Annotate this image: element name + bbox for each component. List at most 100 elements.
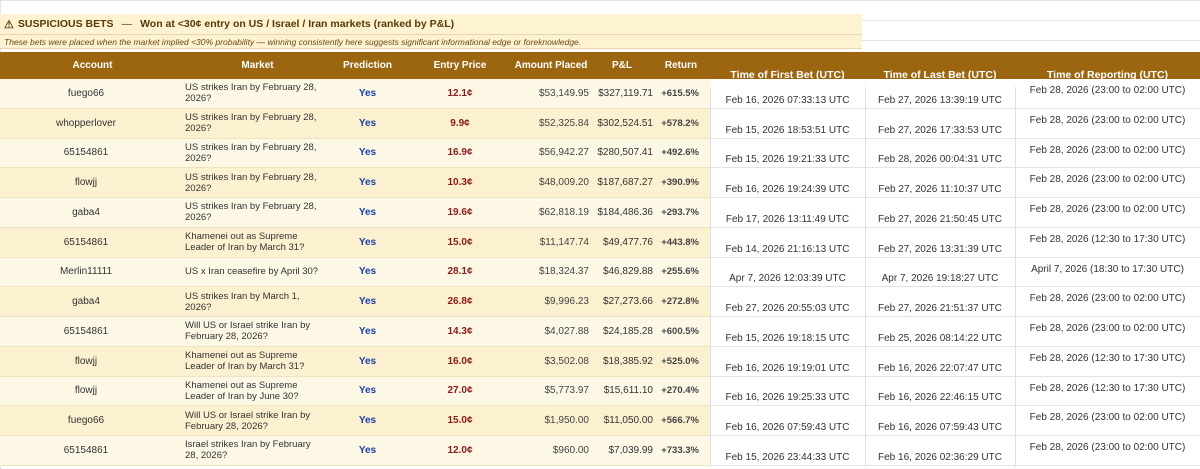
- last-bet-time-cell[interactable]: Feb 27, 2026 11:10:37 UTC: [865, 168, 1015, 197]
- account-cell[interactable]: whopperlover: [0, 109, 172, 138]
- table-row[interactable]: fuego66 Will US or Israel strike Iran by …: [0, 406, 1200, 436]
- market-cell[interactable]: US strikes Iran by February 28, 2026?: [185, 198, 325, 227]
- first-bet-time-cell[interactable]: Feb 16, 2026 07:59:43 UTC: [710, 406, 865, 435]
- market-cell[interactable]: US strikes Iran by February 28, 2026?: [185, 139, 325, 168]
- last-bet-time-cell[interactable]: Feb 16, 2026 02:36:29 UTC: [865, 436, 1015, 465]
- last-bet-time-cell[interactable]: Feb 25, 2026 08:14:22 UTC: [865, 317, 1015, 346]
- entry-price-cell[interactable]: 14.3¢: [410, 317, 510, 346]
- prediction-cell[interactable]: Yes: [330, 436, 405, 465]
- prediction-cell[interactable]: Yes: [330, 317, 405, 346]
- prediction-cell[interactable]: Yes: [330, 139, 405, 168]
- header-pnl[interactable]: P&L: [592, 52, 652, 79]
- pnl-cell[interactable]: $27,273.66: [589, 287, 653, 316]
- pnl-cell[interactable]: $11,050.00: [589, 406, 653, 435]
- amount-placed-cell[interactable]: $960.00: [500, 436, 589, 465]
- reporting-time-cell[interactable]: Feb 28, 2026 (23:00 to 02:00 UTC): [1015, 109, 1200, 138]
- entry-price-cell[interactable]: 9.9¢: [410, 109, 510, 138]
- pnl-cell[interactable]: $46,829.88: [589, 258, 653, 287]
- last-bet-time-cell[interactable]: Feb 27, 2026 17:33:53 UTC: [865, 109, 1015, 138]
- entry-price-cell[interactable]: 27.0¢: [410, 377, 510, 406]
- last-bet-time-cell[interactable]: Feb 27, 2026 21:50:45 UTC: [865, 198, 1015, 227]
- account-cell[interactable]: gaba4: [0, 198, 172, 227]
- account-cell[interactable]: 65154861: [0, 317, 172, 346]
- reporting-time-cell[interactable]: Feb 28, 2026 (12:30 to 17:30 UTC): [1015, 377, 1200, 406]
- return-cell[interactable]: +390.9%: [655, 168, 699, 197]
- last-bet-time-cell[interactable]: Feb 27, 2026 21:51:37 UTC: [865, 287, 1015, 316]
- table-row[interactable]: flowjj Khamenei out as Supreme Leader of …: [0, 376, 1200, 407]
- amount-placed-cell[interactable]: $56,942.27: [500, 139, 589, 168]
- return-cell[interactable]: +255.6%: [655, 258, 699, 287]
- table-row[interactable]: fuego66 US strikes Iran by February 28, 2…: [0, 79, 1200, 109]
- amount-placed-cell[interactable]: $9,996.23: [500, 287, 590, 316]
- entry-price-cell[interactable]: 28.1¢: [410, 258, 510, 287]
- prediction-cell[interactable]: Yes: [330, 287, 405, 316]
- amount-placed-cell[interactable]: $4,027.88: [500, 317, 590, 346]
- market-cell[interactable]: Khamenei out as Supreme Leader of Iran b…: [185, 377, 325, 406]
- entry-price-cell[interactable]: 12.1¢: [410, 79, 510, 108]
- pnl-cell[interactable]: $280,507.41: [589, 139, 653, 168]
- pnl-cell[interactable]: $18,385.92: [589, 347, 653, 376]
- reporting-time-cell[interactable]: Feb 28, 2026 (23:00 to 02:00 UTC): [1015, 79, 1200, 108]
- pnl-cell[interactable]: $187,687.27: [589, 168, 653, 197]
- first-bet-time-cell[interactable]: Feb 16, 2026 19:25:33 UTC: [710, 377, 865, 406]
- reporting-time-cell[interactable]: Feb 28, 2026 (23:00 to 02:00 UTC): [1015, 168, 1200, 197]
- entry-price-cell[interactable]: 15.0¢: [410, 406, 510, 435]
- account-cell[interactable]: 65154861: [0, 228, 172, 257]
- return-cell[interactable]: +270.4%: [655, 377, 699, 406]
- pnl-cell[interactable]: $184,486.36: [589, 198, 653, 227]
- amount-placed-cell[interactable]: $1,950.00: [500, 406, 590, 435]
- table-row[interactable]: 65154861 Israel strikes Iran by February …: [0, 436, 1200, 466]
- first-bet-time-cell[interactable]: Feb 15, 2026 23:44:33 UTC: [710, 436, 865, 465]
- last-bet-time-cell[interactable]: Feb 16, 2026 22:46:15 UTC: [865, 377, 1015, 406]
- market-cell[interactable]: US strikes Iran by March 1, 2026?: [185, 287, 325, 316]
- table-row[interactable]: flowjj Khamenei out as Supreme Leader of …: [0, 346, 1200, 377]
- return-cell[interactable]: +566.7%: [655, 406, 699, 435]
- account-cell[interactable]: flowjj: [0, 377, 172, 406]
- return-cell[interactable]: +443.8%: [655, 228, 699, 257]
- amount-placed-cell[interactable]: $62,818.19: [500, 198, 589, 227]
- amount-placed-cell[interactable]: $11,147.74: [500, 228, 589, 257]
- market-cell[interactable]: US strikes Iran by February 28, 2026?: [185, 79, 325, 108]
- header-market[interactable]: Market: [185, 52, 330, 79]
- account-cell[interactable]: fuego66: [0, 406, 172, 435]
- reporting-time-cell[interactable]: Feb 28, 2026 (12:30 to 17:30 UTC): [1015, 347, 1200, 376]
- return-cell[interactable]: +578.2%: [655, 109, 699, 138]
- account-cell[interactable]: 65154861: [0, 139, 172, 168]
- account-cell[interactable]: Merlin11111: [0, 258, 172, 287]
- last-bet-time-cell[interactable]: Apr 7, 2026 19:18:27 UTC: [865, 258, 1015, 287]
- pnl-cell[interactable]: $327,119.71: [589, 79, 653, 108]
- prediction-cell[interactable]: Yes: [330, 109, 405, 138]
- amount-placed-cell[interactable]: $48,009.20: [500, 168, 589, 197]
- market-cell[interactable]: Israel strikes Iran by February 28, 2026…: [185, 436, 325, 465]
- market-cell[interactable]: Khamenei out as Supreme Leader of Iran b…: [185, 347, 325, 376]
- reporting-time-cell[interactable]: Feb 28, 2026 (12:30 to 17:30 UTC): [1015, 228, 1200, 257]
- reporting-time-cell[interactable]: Feb 28, 2026 (23:00 to 02:00 UTC): [1015, 406, 1200, 435]
- header-account[interactable]: Account: [0, 52, 185, 79]
- table-row[interactable]: gaba4 US strikes Iran by February 28, 202…: [0, 198, 1200, 228]
- reporting-time-cell[interactable]: Feb 28, 2026 (23:00 to 02:00 UTC): [1015, 198, 1200, 227]
- market-cell[interactable]: Will US or Israel strike Iran by Februar…: [185, 406, 325, 435]
- last-bet-time-cell[interactable]: Feb 16, 2026 22:07:47 UTC: [865, 347, 1015, 376]
- prediction-cell[interactable]: Yes: [330, 347, 405, 376]
- first-bet-time-cell[interactable]: Feb 15, 2026 19:18:15 UTC: [710, 317, 865, 346]
- reporting-time-cell[interactable]: Feb 28, 2026 (23:00 to 02:00 UTC): [1015, 139, 1200, 168]
- table-row[interactable]: flowjj US strikes Iran by February 28, 20…: [0, 168, 1200, 198]
- table-row[interactable]: 65154861 Khamenei out as Supreme Leader o…: [0, 227, 1200, 258]
- account-cell[interactable]: gaba4: [0, 287, 172, 316]
- account-cell[interactable]: fuego66: [0, 79, 172, 108]
- account-cell[interactable]: flowjj: [0, 168, 172, 197]
- pnl-cell[interactable]: $7,039.99: [589, 436, 654, 465]
- reporting-time-cell[interactable]: April 7, 2026 (18:30 to 17:30 UTC): [1015, 258, 1200, 287]
- return-cell[interactable]: +600.5%: [655, 317, 699, 346]
- entry-price-cell[interactable]: 12.0¢: [410, 436, 510, 465]
- table-row[interactable]: 65154861 US strikes Iran by February 28, …: [0, 138, 1200, 169]
- table-row[interactable]: gaba4 US strikes Iran by March 1, 2026? Ye…: [0, 287, 1200, 317]
- entry-price-cell[interactable]: 26.8¢: [410, 287, 510, 316]
- prediction-cell[interactable]: Yes: [330, 79, 405, 108]
- reporting-time-cell[interactable]: Feb 28, 2026 (23:00 to 02:00 UTC): [1015, 436, 1200, 465]
- first-bet-time-cell[interactable]: Feb 27, 2026 20:55:03 UTC: [710, 287, 865, 316]
- return-cell[interactable]: +272.8%: [655, 287, 699, 316]
- return-cell[interactable]: +733.3%: [655, 436, 699, 465]
- return-cell[interactable]: +615.5%: [655, 79, 699, 108]
- pnl-cell[interactable]: $24,185.28: [589, 317, 653, 346]
